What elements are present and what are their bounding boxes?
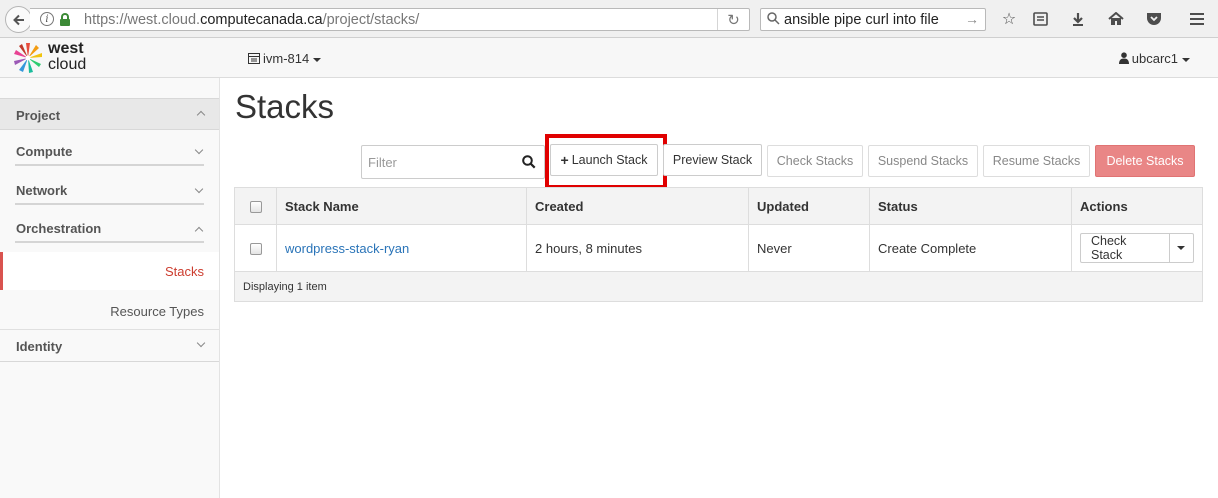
download-icon[interactable] <box>1068 9 1088 29</box>
button-label: Suspend Stacks <box>877 154 969 168</box>
site-info-icon[interactable]: i <box>40 12 54 26</box>
column-header-actions: Actions <box>1071 187 1203 225</box>
preview-stack-button[interactable]: Preview Stack <box>663 144 762 176</box>
table-item-count: Displaying 1 item <box>234 271 1203 302</box>
row-select-cell <box>234 224 277 272</box>
chevron-down-icon <box>313 57 322 62</box>
row-action-split-button: Check Stack <box>1080 233 1194 263</box>
reload-icon[interactable]: ↻ <box>717 9 749 30</box>
back-arrow-icon <box>12 14 24 25</box>
column-header-updated[interactable]: Updated <box>748 187 870 225</box>
table-row: wordpress-stack-ryan 2 hours, 8 minutes … <box>234 224 1203 272</box>
browser-search-bar[interactable]: ansible pipe curl into file → <box>760 8 986 31</box>
search-query[interactable]: ansible pipe curl into file <box>784 12 939 28</box>
project-selector-dropdown[interactable]: ivm-814 <box>248 51 322 66</box>
bookmark-star-icon[interactable]: ☆ <box>999 9 1019 29</box>
button-label: Launch Stack <box>571 153 648 167</box>
browser-toolbar: i https://west.cloud.computecanada.ca/pr… <box>0 0 1218 38</box>
chevron-down-icon <box>1182 57 1190 62</box>
filter-field[interactable] <box>361 145 545 179</box>
column-header-created[interactable]: Created <box>526 187 749 225</box>
check-stacks-button[interactable]: Check Stacks <box>767 145 863 177</box>
hamburger-menu-icon[interactable] <box>1187 9 1207 29</box>
user-icon <box>1118 52 1129 64</box>
sidebar: Project Compute Network Orchestration St… <box>0 78 220 498</box>
sidebar-group-orchestration[interactable]: Orchestration <box>0 213 219 251</box>
lock-icon[interactable] <box>60 13 70 26</box>
stack-name-cell: wordpress-stack-ryan <box>276 224 527 272</box>
reading-list-icon[interactable] <box>1030 9 1050 29</box>
sidebar-section-project[interactable]: Project <box>0 98 219 130</box>
button-label: Check Stacks <box>776 154 854 168</box>
search-icon <box>767 12 780 25</box>
sidebar-group-label: Network <box>16 183 68 198</box>
filter-input[interactable] <box>362 146 512 178</box>
westcloud-logo-icon[interactable] <box>12 41 44 75</box>
status-cell: Create Complete <box>869 224 1072 272</box>
search-icon[interactable] <box>522 155 536 169</box>
row-actions-dropdown-toggle[interactable] <box>1170 234 1193 262</box>
divider <box>15 203 204 205</box>
created-cell: 2 hours, 8 minutes <box>526 224 749 272</box>
sidebar-section-label: Project <box>16 108 61 123</box>
updated-cell: Never <box>748 224 870 272</box>
search-go-icon[interactable]: → <box>965 11 979 27</box>
actions-cell: Check Stack <box>1071 224 1203 272</box>
brand-name[interactable]: west cloud <box>48 41 86 73</box>
chevron-up-icon <box>194 226 204 236</box>
table-footer-row: Displaying 1 item <box>234 271 1203 302</box>
sidebar-group-label: Compute <box>16 144 73 159</box>
chevron-down-icon <box>194 145 204 155</box>
sidebar-group-network[interactable]: Network <box>0 175 219 213</box>
chevron-down-icon <box>194 184 204 194</box>
sidebar-item-stacks[interactable]: Stacks <box>0 252 219 290</box>
column-header-stack-name[interactable]: Stack Name <box>276 187 527 225</box>
column-header-status[interactable]: Status <box>869 187 1072 225</box>
url-bar[interactable]: i https://west.cloud.computecanada.ca/pr… <box>30 8 750 31</box>
table-header-row: Stack Name Created Updated Status Action… <box>234 187 1203 225</box>
stacks-table: Stack Name Created Updated Status Action… <box>234 187 1203 302</box>
sidebar-group-compute[interactable]: Compute <box>0 136 219 174</box>
launch-stack-button[interactable]: + Launch Stack <box>550 144 658 176</box>
plus-icon: + <box>560 152 569 168</box>
divider <box>15 241 204 243</box>
url-text[interactable]: https://west.cloud.computecanada.ca/proj… <box>84 12 419 28</box>
button-label: Delete Stacks <box>1106 154 1184 168</box>
sidebar-item-resource-types[interactable]: Resource Types <box>0 292 219 330</box>
row-checkbox[interactable] <box>249 243 262 256</box>
chevron-down-icon <box>1177 246 1186 250</box>
chevron-down-icon <box>196 338 206 348</box>
select-all-cell <box>234 187 277 225</box>
sidebar-group-label: Orchestration <box>16 221 102 236</box>
divider <box>15 164 204 166</box>
sidebar-item-label: Stacks <box>164 264 204 279</box>
button-label: Resume Stacks <box>992 154 1081 168</box>
suspend-stacks-button[interactable]: Suspend Stacks <box>868 145 978 177</box>
resume-stacks-button[interactable]: Resume Stacks <box>983 145 1090 177</box>
pocket-icon[interactable] <box>1144 9 1164 29</box>
sidebar-section-label: Identity <box>16 339 63 354</box>
button-label: Preview Stack <box>672 153 753 167</box>
sidebar-section-identity[interactable]: Identity <box>0 330 219 362</box>
home-icon[interactable] <box>1106 9 1126 29</box>
check-stack-button[interactable]: Check Stack <box>1081 234 1170 262</box>
chevron-up-icon <box>196 110 206 120</box>
stack-name-link[interactable]: wordpress-stack-ryan <box>285 241 409 256</box>
user-menu-dropdown[interactable]: ubcarc1 <box>1118 51 1190 66</box>
select-all-checkbox[interactable] <box>249 201 262 214</box>
delete-stacks-button[interactable]: Delete Stacks <box>1095 145 1195 177</box>
back-button[interactable] <box>5 6 32 33</box>
top-navbar: west cloud ivm-814 ubcarc1 <box>0 38 1218 78</box>
project-icon <box>248 53 260 64</box>
page-title: Stacks <box>235 88 335 125</box>
sidebar-item-label: Resource Types <box>110 304 204 319</box>
